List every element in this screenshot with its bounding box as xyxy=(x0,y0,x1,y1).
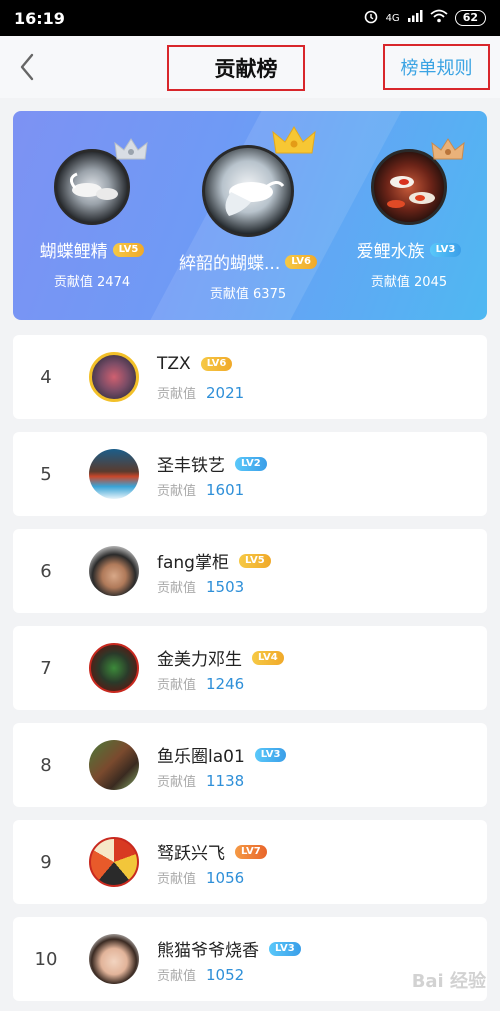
contribution-value: 2021 xyxy=(206,383,245,402)
contribution-value: 1246 xyxy=(206,674,245,693)
podium-value: 贡献值 2045 xyxy=(370,275,448,290)
contribution-value: 1601 xyxy=(206,480,245,499)
level-badge: LV6 xyxy=(200,357,233,371)
page-title: 贡献榜 xyxy=(214,57,278,81)
gold-crown-icon xyxy=(272,126,316,154)
avatar xyxy=(89,449,139,499)
avatar xyxy=(89,546,139,596)
user-name: 鱼乐圈la01 xyxy=(157,747,245,767)
level-badge: LV5 xyxy=(112,242,145,257)
chevron-left-icon xyxy=(20,53,34,81)
value-label: 贡献值 xyxy=(157,872,197,887)
nav-bar: 贡献榜 榜单规则 xyxy=(0,36,500,98)
avatar xyxy=(89,740,139,790)
level-badge: LV4 xyxy=(252,650,284,665)
podium-value: 贡献值 6375 xyxy=(209,287,287,302)
rank-number: 9 xyxy=(40,851,52,873)
avatar xyxy=(89,934,139,984)
user-name: TZX xyxy=(157,354,191,374)
list-item[interactable]: 8 鱼乐圈la01 LV3 贡献值 1138 xyxy=(13,723,487,807)
value-label: 贡献值 xyxy=(157,581,197,596)
signal-icon xyxy=(407,9,423,27)
alarm-icon xyxy=(363,8,379,28)
contribution-value: 1052 xyxy=(206,965,245,984)
level-badge: LV7 xyxy=(235,844,267,859)
podium-name: 蝴蝶鲤精 xyxy=(39,242,108,262)
watermark: Bai 经验 xyxy=(411,971,486,992)
list-item[interactable]: 5 圣丰铁艺 LV2 贡献值 1601 xyxy=(13,432,487,516)
battery-indicator: 62 xyxy=(454,10,486,26)
podium-item-rank-1[interactable]: 綷韶的蝴蝶... LV6 贡献值 6375 xyxy=(173,126,323,302)
rank-number: 4 xyxy=(40,366,52,388)
rank-number: 7 xyxy=(40,657,52,679)
signal-text: 4G xyxy=(385,12,400,24)
status-time: 16:19 xyxy=(14,8,65,28)
rank-number: 6 xyxy=(40,560,52,582)
rank-number: 8 xyxy=(40,754,52,776)
avatar xyxy=(89,837,139,887)
back-button[interactable] xyxy=(12,50,42,84)
podium-name: 綷韶的蝴蝶... xyxy=(179,254,281,274)
user-name: 金美力邓生 xyxy=(157,650,242,670)
level-badge: LV6 xyxy=(285,254,317,269)
rules-link[interactable]: 榜单规则 xyxy=(401,54,473,80)
contribution-value: 1138 xyxy=(206,771,245,790)
level-badge: LV5 xyxy=(238,553,271,568)
rules-highlight-box: 榜单规则 xyxy=(383,44,490,90)
avatar xyxy=(89,643,139,693)
value-label: 贡献值 xyxy=(157,969,197,984)
list-item[interactable]: 4 TZX LV6 贡献值 2021 xyxy=(13,335,487,419)
user-name: 圣丰铁艺 xyxy=(157,456,225,476)
level-badge: LV3 xyxy=(269,941,301,956)
contribution-value: 1056 xyxy=(206,868,245,887)
list-item[interactable]: 6 fang掌柜 LV5 贡献值 1503 xyxy=(13,529,487,613)
list-item[interactable]: 7 金美力邓生 LV4 贡献值 1246 xyxy=(13,626,487,710)
status-bar: 16:19 4G 62 xyxy=(0,0,500,36)
podium-item-rank-3[interactable]: 爱鲤水族 LV3 贡献值 2045 xyxy=(343,138,475,290)
top3-podium: 蝴蝶鲤精 LV5 贡献值 2474 綷韶的蝴蝶... LV6 贡献值 6375 xyxy=(13,111,487,320)
level-badge: LV3 xyxy=(254,747,287,762)
avatar xyxy=(89,352,139,402)
user-name: fang掌柜 xyxy=(157,553,229,573)
rank-number: 10 xyxy=(34,948,58,970)
silver-crown-icon xyxy=(114,138,148,160)
value-label: 贡献值 xyxy=(157,678,197,693)
podium-value: 贡献值 2474 xyxy=(53,275,131,290)
user-name: 熊猫爷爷烧香 xyxy=(157,941,259,961)
podium-name: 爱鲤水族 xyxy=(356,242,425,262)
level-badge: LV3 xyxy=(429,242,462,257)
wifi-icon xyxy=(430,9,448,27)
level-badge: LV2 xyxy=(235,456,267,471)
rank-number: 5 xyxy=(40,463,52,485)
list-item[interactable]: 9 驽跃兴飞 LV7 贡献值 1056 xyxy=(13,820,487,904)
title-highlight-box: 贡献榜 xyxy=(167,45,305,91)
value-label: 贡献值 xyxy=(157,484,197,499)
avatar xyxy=(202,145,294,237)
bronze-crown-icon xyxy=(431,138,465,160)
contribution-value: 1503 xyxy=(206,577,245,596)
value-label: 贡献值 xyxy=(157,387,197,402)
podium-item-rank-2[interactable]: 蝴蝶鲤精 LV5 贡献值 2474 xyxy=(33,138,151,290)
status-icons: 4G 62 xyxy=(363,8,486,28)
value-label: 贡献值 xyxy=(157,775,197,790)
user-name: 驽跃兴飞 xyxy=(157,844,225,864)
